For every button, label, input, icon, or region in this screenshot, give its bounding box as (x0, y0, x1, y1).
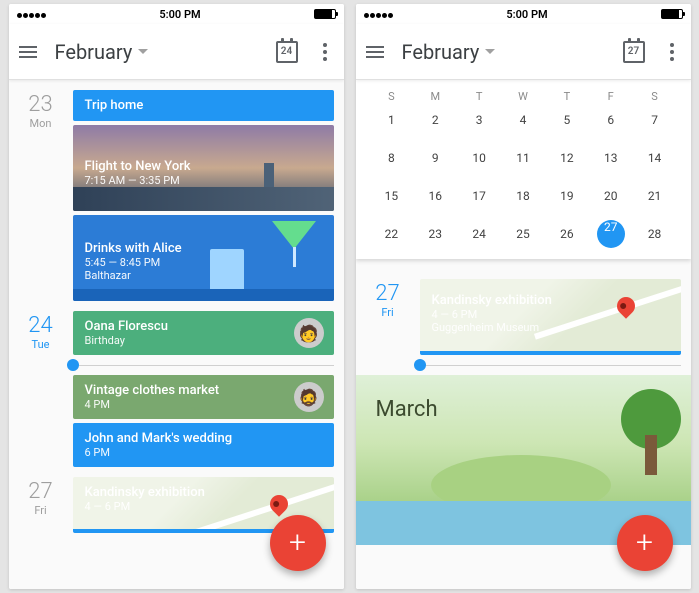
date-label: 24Tue (9, 311, 73, 355)
month-label: February (55, 40, 133, 64)
day-cell[interactable]: 9 (413, 147, 457, 169)
day-cell[interactable]: 28 (633, 223, 677, 245)
phone-agenda: 5:00 PM February 24 23MonTrip home Flight… (9, 4, 344, 589)
event-card[interactable]: Drinks with Alice5:45 — 8:45 PMBalthazar (73, 215, 334, 301)
day-cell[interactable]: 11 (501, 147, 545, 169)
weekday-label: S (633, 90, 677, 103)
day-cell[interactable]: 10 (457, 147, 501, 169)
battery-icon (314, 9, 336, 19)
month-selector[interactable]: February (55, 40, 149, 64)
more-icon[interactable] (663, 43, 681, 61)
month-label: February (402, 40, 480, 64)
menu-icon[interactable] (366, 46, 384, 58)
day-cell[interactable]: 25 (501, 223, 545, 245)
day-cell[interactable]: 17 (457, 185, 501, 207)
day-cell[interactable]: 15 (370, 185, 414, 207)
day-cell[interactable]: 21 (633, 185, 677, 207)
day-cell[interactable]: 2 (413, 109, 457, 131)
day-cell[interactable]: 27 (589, 223, 633, 245)
battery-icon (661, 9, 683, 19)
event-card[interactable]: Flight to New York7:15 AM — 3:35 PMLos A… (73, 125, 334, 211)
status-bar: 5:00 PM (356, 4, 691, 24)
day-cell[interactable]: 5 (545, 109, 589, 131)
weekday-label: F (589, 90, 633, 103)
day-cell[interactable]: 13 (589, 147, 633, 169)
date-label: 27 Fri (356, 279, 420, 355)
agenda-day: 23MonTrip home Flight to New York7:15 AM … (9, 80, 344, 301)
status-bar: 5:00 PM (9, 4, 344, 24)
app-bar: February 27 (356, 24, 691, 80)
status-time: 5:00 PM (159, 8, 200, 21)
weekday-label: S (370, 90, 414, 103)
signal-dots-icon (364, 8, 394, 21)
day-cell[interactable]: 18 (501, 185, 545, 207)
avatar: 🧑 (294, 318, 324, 348)
weekday-label: T (545, 90, 589, 103)
agenda-day: 24TueOana FlorescuBirthday🧑 (9, 301, 344, 355)
date-label: 23Mon (9, 90, 73, 301)
day-cell[interactable]: 6 (589, 109, 633, 131)
chevron-down-icon (485, 49, 495, 54)
event-card[interactable]: John and Mark's wedding6 PM (73, 423, 334, 467)
weekday-label: T (457, 90, 501, 103)
month-grid-card: SMTWTFS 12345678910111213141516171819202… (356, 80, 691, 259)
event-card[interactable]: Trip home (73, 90, 334, 121)
signal-dots-icon (17, 8, 47, 21)
now-indicator (420, 358, 691, 372)
more-icon[interactable] (316, 43, 334, 61)
day-cell[interactable]: 3 (457, 109, 501, 131)
chevron-down-icon (138, 49, 148, 54)
day-cell[interactable]: 4 (501, 109, 545, 131)
day-cell[interactable]: 8 (370, 147, 414, 169)
day-cell[interactable]: 23 (413, 223, 457, 245)
day-cell[interactable]: 16 (413, 185, 457, 207)
today-button[interactable]: 27 (623, 41, 645, 63)
app-bar: February 24 (9, 24, 344, 80)
day-cell[interactable]: 26 (545, 223, 589, 245)
event-card[interactable]: Vintage clothes market4 PM🧔 (73, 375, 334, 419)
day-cell[interactable]: 7 (633, 109, 677, 131)
day-cell[interactable]: 12 (545, 147, 589, 169)
status-time: 5:00 PM (506, 8, 547, 21)
avatar: 🧔 (294, 382, 324, 412)
weekday-label: W (501, 90, 545, 103)
month-scroll[interactable]: SMTWTFS 12345678910111213141516171819202… (356, 80, 691, 589)
event-card[interactable]: Oana FlorescuBirthday🧑 (73, 311, 334, 355)
add-event-fab[interactable]: + (617, 515, 673, 571)
day-cell[interactable]: 22 (370, 223, 414, 245)
menu-icon[interactable] (19, 46, 37, 58)
day-cell[interactable]: 20 (589, 185, 633, 207)
event-card[interactable]: Kandinsky exhibition 4 — 6 PM Guggenheim… (420, 279, 681, 355)
month-selector[interactable]: February (402, 40, 496, 64)
phone-month: 5:00 PM February 27 SMTWTFS 123456789101… (356, 4, 691, 589)
day-cell[interactable]: 1 (370, 109, 414, 131)
weekday-label: M (413, 90, 457, 103)
now-indicator (73, 358, 344, 372)
today-button[interactable]: 24 (276, 41, 298, 63)
date-label: 27Fri (9, 477, 73, 533)
day-cell[interactable]: 24 (457, 223, 501, 245)
day-cell[interactable]: 14 (633, 147, 677, 169)
add-event-fab[interactable]: + (270, 515, 326, 571)
agenda-day: 27 Fri Kandinsky exhibition 4 — 6 PM Gug… (356, 269, 691, 355)
day-cell[interactable]: 19 (545, 185, 589, 207)
agenda-scroll[interactable]: 23MonTrip home Flight to New York7:15 AM … (9, 80, 344, 589)
